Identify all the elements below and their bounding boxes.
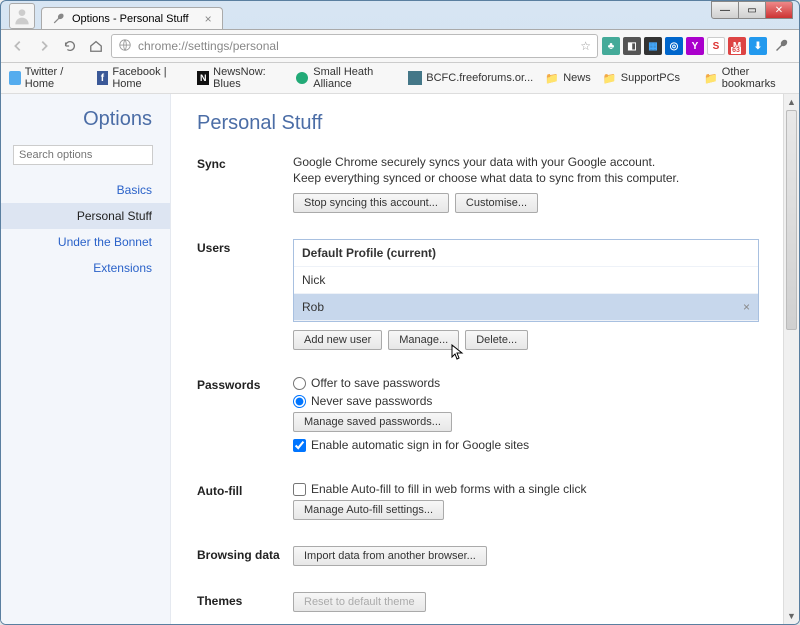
enable-autofill-checkbox[interactable] <box>293 483 306 496</box>
bookmarks-bar: Twitter / Home fFacebook | Home NNewsNow… <box>1 63 799 94</box>
folder-icon: 📁 <box>603 71 617 85</box>
extension-icon[interactable]: ▦ <box>644 37 662 55</box>
manage-user-button[interactable]: Manage... <box>388 330 459 350</box>
manage-autofill-button[interactable]: Manage Auto-fill settings... <box>293 500 444 520</box>
add-new-user-button[interactable]: Add new user <box>293 330 382 350</box>
forward-button[interactable] <box>33 35 55 57</box>
offer-save-passwords-radio[interactable] <box>293 377 306 390</box>
bookmark-item[interactable]: fFacebook | Home <box>97 66 186 90</box>
section-label-sync: Sync <box>197 155 293 213</box>
folder-icon: 📁 <box>704 71 718 85</box>
bookmark-item[interactable]: Small Heath Alliance <box>295 66 396 90</box>
remove-user-icon[interactable]: × <box>743 300 750 314</box>
bookmark-item[interactable]: BCFC.freeforums.or... <box>408 71 533 85</box>
bookmark-folder[interactable]: 📁News <box>545 71 591 85</box>
user-row[interactable]: Default Profile (current) <box>294 240 758 267</box>
extension-icon[interactable]: ⬇ <box>749 37 767 55</box>
window-close-button[interactable]: ✕ <box>765 1 793 19</box>
section-label-users: Users <box>197 239 293 350</box>
user-row[interactable]: Rob× <box>294 294 758 321</box>
bookmark-item[interactable]: NNewsNow: Blues <box>197 66 283 90</box>
scroll-down-icon[interactable]: ▼ <box>784 608 799 624</box>
window-minimize-button[interactable]: — <box>711 1 739 19</box>
reload-button[interactable] <box>59 35 81 57</box>
sync-description: Google Chrome securely syncs your data w… <box>293 155 759 169</box>
other-bookmarks[interactable]: 📁Other bookmarks <box>704 66 791 90</box>
sidebar-item-basics[interactable]: Basics <box>1 177 170 203</box>
never-save-passwords-radio[interactable] <box>293 395 306 408</box>
profile-avatar[interactable] <box>9 3 35 29</box>
extension-icon[interactable]: S <box>707 37 725 55</box>
wrench-icon <box>52 12 66 26</box>
bookmark-item[interactable]: Twitter / Home <box>9 66 85 90</box>
sync-description: Keep everything synced or choose what da… <box>293 171 759 185</box>
extension-icon[interactable]: Y <box>686 37 704 55</box>
extension-icons: ♣ ◧ ▦ ◎ Y S M63 ⬇ <box>602 37 767 55</box>
browser-tab[interactable]: Options - Personal Stuff × <box>41 7 223 29</box>
gmail-icon[interactable]: M63 <box>728 37 746 55</box>
scroll-track[interactable] <box>784 110 799 608</box>
home-button[interactable] <box>85 35 107 57</box>
manage-saved-passwords-button[interactable]: Manage saved passwords... <box>293 412 452 432</box>
scroll-thumb[interactable] <box>786 110 797 330</box>
search-options-input[interactable] <box>13 145 153 165</box>
stop-syncing-button[interactable]: Stop syncing this account... <box>293 193 449 213</box>
section-label-passwords: Passwords <box>197 376 293 456</box>
globe-icon <box>118 38 132 55</box>
extension-icon[interactable]: ♣ <box>602 37 620 55</box>
browser-toolbar: ☆ ♣ ◧ ▦ ◎ Y S M63 ⬇ <box>1 29 799 63</box>
settings-sidebar: Options Basics Personal Stuff Under the … <box>1 94 171 624</box>
delete-user-button[interactable]: Delete... <box>465 330 528 350</box>
section-label-browsing-data: Browsing data <box>197 546 293 566</box>
sidebar-item-personal-stuff[interactable]: Personal Stuff <box>1 203 170 229</box>
sidebar-title: Options <box>1 108 170 131</box>
page-title: Personal Stuff <box>197 112 759 135</box>
sidebar-item-under-the-bonnet[interactable]: Under the Bonnet <box>1 229 170 255</box>
bookmark-star-icon[interactable]: ☆ <box>580 39 591 53</box>
user-row[interactable]: Nick <box>294 267 758 294</box>
tab-close-icon[interactable]: × <box>205 12 212 26</box>
import-data-button[interactable]: Import data from another browser... <box>293 546 487 566</box>
bookmark-folder[interactable]: 📁SupportPCs <box>603 71 680 85</box>
tab-title: Options - Personal Stuff <box>72 13 189 25</box>
folder-icon: 📁 <box>545 71 559 85</box>
section-label-themes: Themes <box>197 592 293 612</box>
section-label-autofill: Auto-fill <box>197 482 293 520</box>
window-maximize-button[interactable]: ▭ <box>738 1 766 19</box>
wrench-menu-button[interactable] <box>771 35 793 57</box>
reset-theme-button[interactable]: Reset to default theme <box>293 592 426 612</box>
sidebar-item-extensions[interactable]: Extensions <box>1 255 170 281</box>
extension-icon[interactable]: ◎ <box>665 37 683 55</box>
customise-sync-button[interactable]: Customise... <box>455 193 538 213</box>
settings-main: Personal Stuff Sync Google Chrome secure… <box>171 94 783 624</box>
url-input[interactable] <box>138 39 574 53</box>
vertical-scrollbar[interactable]: ▲ ▼ <box>783 94 799 624</box>
address-bar[interactable]: ☆ <box>111 34 598 58</box>
users-listbox[interactable]: Default Profile (current) Nick Rob× <box>293 239 759 322</box>
back-button[interactable] <box>7 35 29 57</box>
extension-icon[interactable]: ◧ <box>623 37 641 55</box>
auto-signin-checkbox[interactable] <box>293 439 306 452</box>
scroll-up-icon[interactable]: ▲ <box>784 94 799 110</box>
